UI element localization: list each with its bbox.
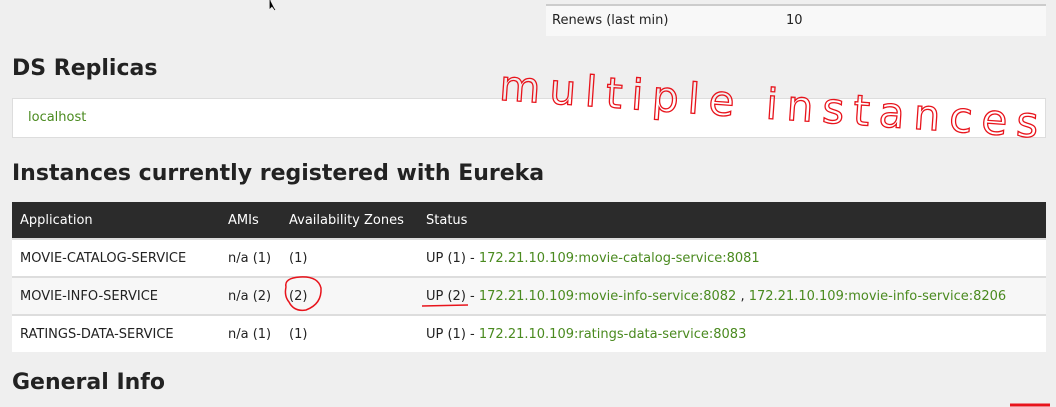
instances-table: Application AMIs Availability Zones Stat…	[12, 202, 1046, 352]
status: UP (1) - 172.21.10.109:ratings-data-serv…	[418, 314, 1046, 352]
zones: (1)	[281, 314, 418, 352]
col-application: Application	[12, 202, 220, 239]
instances-heading: Instances currently registered with Eure…	[12, 161, 545, 186]
status-text: UP (1)	[426, 326, 466, 342]
table-row: MOVIE-INFO-SERVICE n/a (2) (2) UP (2) - …	[12, 276, 1046, 315]
amis: n/a (2)	[220, 276, 281, 315]
instance-link[interactable]: 172.21.10.109:movie-catalog-service:8081	[479, 251, 760, 266]
mouse-cursor-icon	[269, 0, 276, 11]
zones: (1)	[281, 238, 418, 277]
instance-link[interactable]: 172.21.10.109:ratings-data-service:8083	[479, 327, 746, 342]
general-info-heading: General Info	[12, 370, 165, 395]
amis: n/a (1)	[220, 314, 281, 352]
col-zones: Availability Zones	[281, 202, 418, 239]
status-text: UP (1)	[426, 250, 466, 266]
col-amis: AMIs	[220, 202, 281, 239]
table-header: Application AMIs Availability Zones Stat…	[12, 202, 1046, 239]
amis: n/a (1)	[220, 238, 281, 277]
app-name: MOVIE-INFO-SERVICE	[12, 276, 220, 315]
lease-info-table: Renews (last min) 10	[546, 4, 1046, 36]
replica-link-localhost[interactable]: localhost	[28, 110, 86, 125]
renews-value: 10	[786, 13, 803, 28]
ds-replicas-heading: DS Replicas	[12, 56, 158, 81]
app-name: RATINGS-DATA-SERVICE	[12, 314, 220, 352]
table-row: MOVIE-CATALOG-SERVICE n/a (1) (1) UP (1)…	[12, 238, 1046, 277]
zones: (2)	[281, 276, 418, 315]
table-row: RATINGS-DATA-SERVICE n/a (1) (1) UP (1) …	[12, 314, 1046, 352]
separator: -	[465, 288, 479, 304]
app-name: MOVIE-CATALOG-SERVICE	[12, 238, 220, 277]
status-text: UP (2)	[426, 288, 466, 304]
instance-link[interactable]: 172.21.10.109:movie-info-service:8206	[749, 289, 1006, 304]
col-status: Status	[418, 202, 1046, 239]
status: UP (2) - 172.21.10.109:movie-info-servic…	[418, 276, 1046, 315]
ds-replicas-list: localhost	[12, 98, 1046, 138]
renews-label: Renews (last min)	[552, 13, 669, 28]
separator: -	[465, 326, 479, 342]
status: UP (1) - 172.21.10.109:movie-catalog-ser…	[418, 238, 1046, 277]
separator: -	[465, 250, 479, 266]
instance-link[interactable]: 172.21.10.109:movie-info-service:8082	[479, 289, 736, 304]
